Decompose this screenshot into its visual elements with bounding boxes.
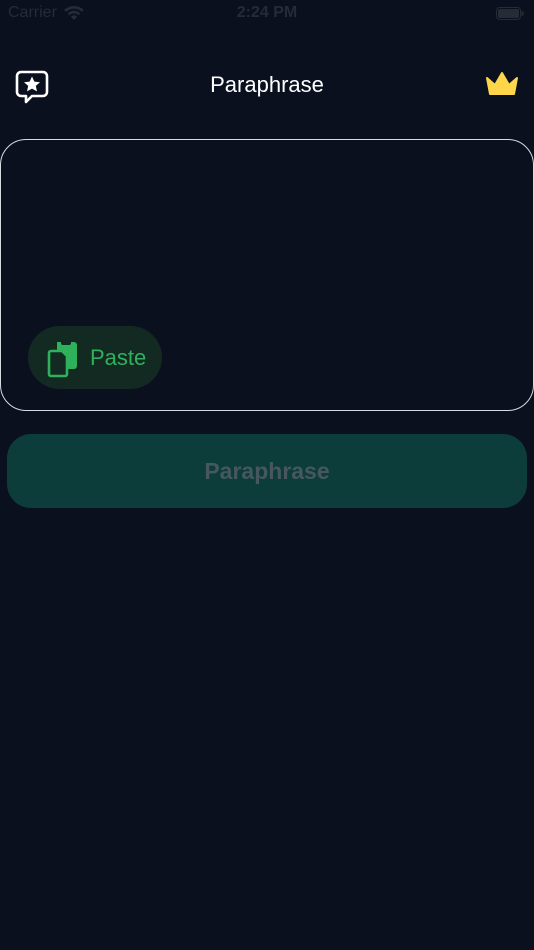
- premium-button[interactable]: [484, 69, 520, 99]
- status-bar: Carrier 2:24 PM: [0, 0, 534, 28]
- rate-app-button[interactable]: [14, 69, 50, 105]
- paraphrase-button[interactable]: Paraphrase: [7, 434, 527, 508]
- battery-icon: [496, 7, 524, 20]
- star-speech-bubble-icon: [15, 70, 49, 104]
- status-time: 2:24 PM: [236, 4, 298, 21]
- crown-icon: [486, 72, 518, 95]
- paste-label: Paste: [90, 345, 147, 370]
- text-input-card: Paste: [0, 139, 534, 411]
- paraphrase-screen: Carrier 2:24 PM Paraphrase Paste Paraphr…: [0, 0, 534, 950]
- navigation-bar: Paraphrase: [0, 60, 534, 110]
- text-input[interactable]: [21, 158, 515, 318]
- paste-button[interactable]: Paste: [28, 326, 162, 389]
- clipboard-icon: [47, 340, 77, 378]
- paraphrase-button-label: Paraphrase: [204, 457, 330, 484]
- page-title: Paraphrase: [210, 72, 324, 97]
